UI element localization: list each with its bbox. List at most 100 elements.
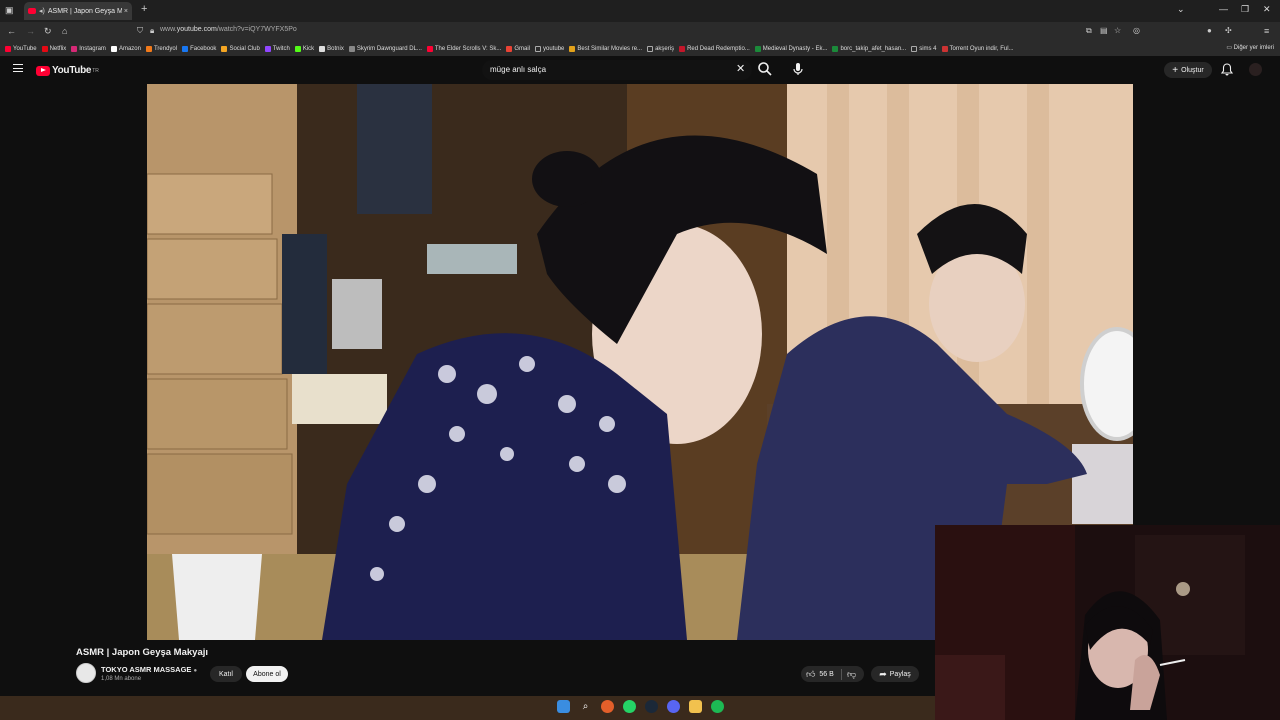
- bookmark-item[interactable]: Trendyol: [145, 46, 178, 52]
- channel-name-label: TOKYO ASMR MASSAGE: [101, 665, 192, 674]
- bookmark-favicon-icon: [264, 46, 271, 52]
- bookmark-label: sims 4: [919, 46, 937, 52]
- bookmark-favicon-icon: [832, 46, 839, 52]
- bookmark-item[interactable]: Medieval Dynasty - Ek...: [754, 46, 828, 52]
- bookmark-item[interactable]: Amazon: [110, 46, 141, 52]
- logo-country: TR: [92, 67, 99, 74]
- join-button[interactable]: Katıl: [210, 666, 242, 682]
- maximize-button[interactable]: ❐: [1241, 4, 1249, 15]
- lock-icon[interactable]: 🔒︎: [150, 26, 154, 36]
- bookmark-favicon-icon: [426, 46, 433, 52]
- bookmark-label: Twitch: [272, 46, 290, 52]
- youtube-logo[interactable]: YouTube TR: [36, 65, 99, 76]
- tab-search-icon[interactable]: ⌄: [1177, 4, 1185, 15]
- windows-start-icon[interactable]: [557, 700, 570, 713]
- bookmark-item[interactable]: borc_takip_afet_hasan...: [832, 46, 906, 52]
- screenshot-icon[interactable]: ◎: [1133, 26, 1140, 35]
- plus-icon: +: [1172, 64, 1179, 76]
- whatsapp-icon[interactable]: [623, 700, 636, 713]
- user-avatar[interactable]: [1249, 63, 1262, 76]
- bookmark-item[interactable]: YouTube: [5, 46, 37, 52]
- bookmark-favicon-icon: [679, 46, 686, 52]
- bookmark-label: Skyrim Dawnguard DL...: [356, 46, 422, 52]
- firefox-icon[interactable]: [601, 700, 614, 713]
- search-box[interactable]: müge anlı salça ✕: [482, 60, 752, 80]
- file-explorer-icon[interactable]: [689, 700, 702, 713]
- bookmark-item[interactable]: Skyrim Dawnguard DL...: [348, 46, 422, 52]
- steam-icon[interactable]: [645, 700, 658, 713]
- address-bar[interactable]: www.youtube.com/watch?v=iQY7WYFX5Po: [160, 26, 297, 33]
- channel-name[interactable]: TOKYO ASMR MASSAGE ●: [101, 665, 197, 674]
- bookmark-item[interactable]: Red Dead Redemptio...: [679, 46, 750, 52]
- other-bookmarks[interactable]: ▭ Diğer yer imleri: [1226, 44, 1274, 51]
- url-path: /watch?v=iQY7WYFX5Po: [216, 26, 297, 33]
- browser-tab-active[interactable]: ◂) ASMR | Japon Geyşa Makyajı ×: [24, 2, 132, 20]
- clear-search-icon[interactable]: ✕: [736, 62, 745, 75]
- windows-taskbar: [0, 696, 935, 720]
- url-domain: youtube.com: [176, 26, 217, 33]
- bookmark-star-icon[interactable]: ☆: [1114, 26, 1121, 35]
- channel-avatar[interactable]: [76, 663, 96, 683]
- speaker-icon[interactable]: ◂): [39, 7, 45, 15]
- bookmark-item[interactable]: Best Similar Movies re...: [569, 46, 642, 52]
- shield-icon[interactable]: ⛉: [137, 26, 143, 36]
- bookmark-folder[interactable]: akşeriş: [647, 46, 674, 52]
- bookmark-item[interactable]: Kick: [294, 46, 315, 52]
- reload-icon[interactable]: ↻: [44, 26, 52, 37]
- youtube-header: YouTube TR müge anlı salça ✕: [0, 56, 1280, 84]
- bookmark-favicon-icon: [41, 46, 48, 52]
- search-input[interactable]: müge anlı salça: [490, 65, 546, 74]
- bookmark-label: Netflix: [49, 46, 67, 52]
- search-icon[interactable]: [757, 61, 773, 77]
- spotify-icon[interactable]: [711, 700, 724, 713]
- subscribe-button[interactable]: Abone ol: [246, 666, 288, 682]
- minimize-button[interactable]: —: [1219, 4, 1228, 14]
- bookmark-item[interactable]: Torrent Oyun indir, Ful...: [941, 46, 1014, 52]
- extension-icon[interactable]: ●: [1207, 26, 1212, 35]
- bookmark-label: Kick: [302, 46, 315, 52]
- create-button[interactable]: + Oluştur: [1164, 62, 1212, 78]
- reader-icon[interactable]: ▤: [1100, 26, 1108, 35]
- bookmark-item[interactable]: Gmail: [506, 46, 530, 52]
- bookmark-item[interactable]: Instagram: [71, 46, 106, 52]
- browser-menu-icon[interactable]: ≡: [1264, 26, 1269, 36]
- webcam-image: [935, 525, 1280, 720]
- tab-list-icon[interactable]: ▣: [5, 5, 14, 16]
- bookmark-label: Red Dead Redemptio...: [687, 46, 750, 52]
- bookmark-label: Gmail: [514, 46, 531, 52]
- back-icon[interactable]: ←: [7, 26, 16, 36]
- close-window-button[interactable]: ✕: [1263, 4, 1271, 15]
- notifications-bell-icon[interactable]: [1221, 63, 1233, 76]
- bookmark-item[interactable]: Twitch: [264, 46, 290, 52]
- bookmark-favicon-icon: [294, 46, 301, 52]
- share-label: Paylaş: [889, 670, 911, 678]
- bookmark-item[interactable]: The Elder Scrolls V: Sk...: [426, 46, 502, 52]
- bookmark-folder[interactable]: youtube: [535, 46, 564, 52]
- bookmark-item[interactable]: Netflix: [41, 46, 67, 52]
- like-count: 56 B: [819, 670, 834, 678]
- bookmark-label: Trendyol: [153, 46, 178, 52]
- folder-icon: ▭: [1226, 45, 1234, 51]
- bookmark-label: The Elder Scrolls V: Sk...: [434, 46, 502, 52]
- forward-icon[interactable]: →: [26, 26, 35, 36]
- taskbar-search-icon[interactable]: ⌕: [579, 700, 592, 713]
- puzzle-icon[interactable]: ✣: [1225, 26, 1232, 35]
- tab-title: ASMR | Japon Geyşa Makyajı: [47, 7, 122, 15]
- home-icon[interactable]: ⌂: [62, 26, 67, 36]
- new-tab-button[interactable]: +: [141, 3, 147, 15]
- bookmark-folder[interactable]: sims 4: [911, 46, 937, 52]
- like-button[interactable]: 👍︎ 56 B: [801, 669, 841, 680]
- bookmark-item[interactable]: Botnix: [319, 46, 344, 52]
- bookmark-favicon-icon: [348, 46, 355, 52]
- discord-icon[interactable]: [667, 700, 680, 713]
- bookmark-item[interactable]: Social Club: [221, 46, 260, 52]
- bookmark-item[interactable]: Facebook: [182, 46, 216, 52]
- webcam-overlay: [935, 525, 1280, 720]
- tab-close-button[interactable]: ×: [124, 8, 128, 15]
- microphone-icon[interactable]: [790, 61, 806, 77]
- dislike-button[interactable]: 👎︎: [841, 668, 856, 680]
- bookmark-label: Medieval Dynasty - Ek...: [762, 46, 828, 52]
- install-app-icon[interactable]: ⧉: [1086, 26, 1092, 36]
- share-button[interactable]: ➦ Paylaş: [871, 666, 919, 682]
- hamburger-menu-icon[interactable]: [13, 64, 23, 72]
